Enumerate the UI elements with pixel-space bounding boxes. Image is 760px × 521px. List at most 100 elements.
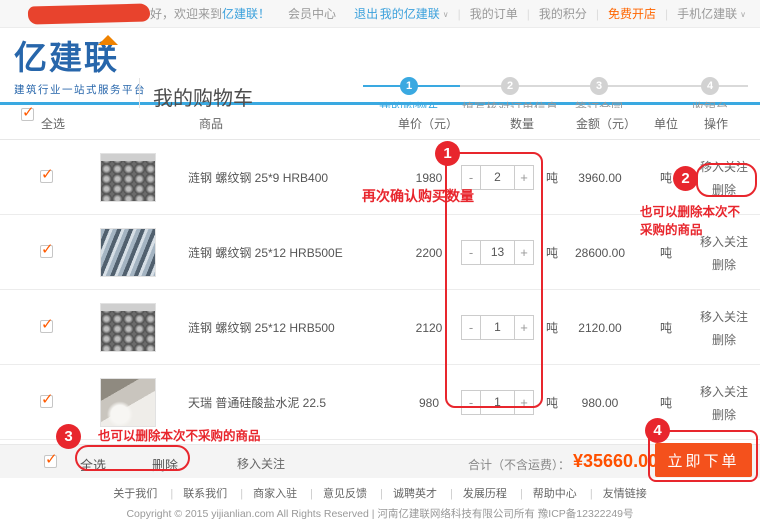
qty-unit: 吨 bbox=[546, 140, 558, 215]
qty-increase-button[interactable]: + bbox=[514, 316, 533, 339]
annotation-note-delete-line2: 采购的商品 bbox=[640, 221, 740, 239]
product-image[interactable] bbox=[100, 228, 156, 277]
row-checkbox[interactable]: ✓ bbox=[40, 170, 53, 183]
unit-price: 2120 bbox=[393, 290, 465, 365]
page-title: 我的购物车 bbox=[153, 82, 253, 111]
row-checkbox[interactable]: ✓ bbox=[40, 320, 53, 333]
redacted-username bbox=[28, 3, 150, 24]
step-1-circle: 1 bbox=[400, 77, 418, 95]
annotation-note-delete-line1: 也可以删除本次不 bbox=[640, 203, 740, 221]
product-image[interactable] bbox=[100, 153, 156, 202]
my-orders-link[interactable]: 我的订单 bbox=[470, 5, 518, 22]
delete-link[interactable]: 删除 bbox=[712, 256, 736, 273]
amount: 980.00 bbox=[558, 365, 642, 440]
check-icon: ✓ bbox=[22, 105, 35, 120]
qty-increase-button[interactable]: + bbox=[514, 241, 533, 264]
product-name[interactable]: 涟钢 螺纹钢 25*12 HRB500 bbox=[188, 290, 378, 365]
my-platform-label: 我的亿建联 bbox=[380, 7, 440, 21]
logo[interactable]: 亿建联 建筑行业一站式服务平台 bbox=[14, 41, 146, 97]
qty-input[interactable]: 1 bbox=[481, 391, 514, 414]
delete-link[interactable]: 删除 bbox=[712, 331, 736, 348]
footer-link-feedback[interactable]: 意见反馈 bbox=[300, 488, 367, 500]
bottom-move-to-favorites-link[interactable]: 移入关注 bbox=[237, 455, 285, 472]
amount: 3960.00 bbox=[558, 140, 642, 215]
amount: 28600.00 bbox=[558, 215, 642, 290]
mobile-app-label: 手机亿建联 bbox=[677, 7, 737, 21]
separator: | bbox=[458, 7, 461, 21]
move-to-favorites-link[interactable]: 移入关注 bbox=[700, 383, 748, 400]
footer-link-contact[interactable]: 联系我们 bbox=[160, 488, 227, 500]
table-header: ✓ 全选 商品 单价（元） 数量 金额（元） 单位 操作 bbox=[0, 108, 760, 140]
bottom-select-all-checkbox[interactable]: ✓ bbox=[44, 455, 57, 468]
check-icon: ✓ bbox=[41, 167, 54, 182]
footer-link-merchant[interactable]: 商家入驻 bbox=[230, 488, 297, 500]
row-checkbox[interactable]: ✓ bbox=[40, 245, 53, 258]
footer-link-friends[interactable]: 友情链接 bbox=[580, 488, 647, 500]
amount: 2120.00 bbox=[558, 290, 642, 365]
separator: | bbox=[527, 7, 530, 21]
column-unit: 单位 bbox=[654, 108, 678, 140]
column-actions: 操作 bbox=[704, 108, 728, 140]
quantity-stepper: - 1 + bbox=[461, 315, 534, 340]
move-to-favorites-link[interactable]: 移入关注 bbox=[700, 308, 748, 325]
bottom-select-all-label[interactable]: 全选 bbox=[80, 455, 106, 474]
member-center-link[interactable]: 会员中心 bbox=[288, 5, 336, 22]
footer-link-about[interactable]: 关于我们 bbox=[113, 488, 157, 500]
delete-link[interactable]: 删除 bbox=[712, 181, 736, 198]
qty-decrease-button[interactable]: - bbox=[462, 241, 481, 264]
check-icon: ✓ bbox=[41, 242, 54, 257]
column-quantity: 数量 bbox=[510, 108, 534, 140]
table-row: ✓ 涟钢 螺纹钢 25*12 HRB500 2120 - 1 + 吨 2120.… bbox=[0, 290, 760, 365]
annotation-note-confirm-qty: 再次确认购买数量 bbox=[362, 186, 474, 206]
qty-input[interactable]: 13 bbox=[481, 241, 514, 264]
qty-unit: 吨 bbox=[546, 290, 558, 365]
quantity-stepper: - 1 + bbox=[461, 390, 534, 415]
select-all-checkbox[interactable]: ✓ bbox=[21, 108, 34, 121]
separator: | bbox=[665, 7, 668, 21]
qty-decrease-button[interactable]: - bbox=[462, 391, 481, 414]
qty-input[interactable]: 1 bbox=[481, 316, 514, 339]
column-product: 商品 bbox=[199, 108, 223, 140]
annotation-badge-3: 3 bbox=[56, 424, 81, 449]
my-points-link[interactable]: 我的积分 bbox=[539, 5, 587, 22]
step-2-circle: 2 bbox=[501, 77, 519, 95]
qty-increase-button[interactable]: + bbox=[514, 166, 533, 189]
checkout-button[interactable]: 立即下单 bbox=[655, 443, 752, 477]
total-price: ¥35660.00 bbox=[573, 451, 658, 472]
delete-link[interactable]: 删除 bbox=[712, 406, 736, 423]
footer: 关于我们 联系我们 商家入驻 意见反馈 诚聘英才 发展历程 帮助中心 友情链接 … bbox=[0, 478, 760, 509]
mobile-app-link[interactable]: 手机亿建联∨ bbox=[677, 5, 746, 22]
qty-increase-button[interactable]: + bbox=[514, 391, 533, 414]
qty-input[interactable]: 2 bbox=[481, 166, 514, 189]
free-shop-link[interactable]: 免费开店 bbox=[608, 5, 656, 22]
logo-text: 亿建联 bbox=[14, 41, 146, 74]
topbar: 好，欢迎来到 亿建联 ！ 会员中心 退出 我的亿建联∨ | 我的订单 | 我的积… bbox=[0, 0, 760, 28]
logout-link[interactable]: 退出 bbox=[354, 5, 378, 22]
brand-link[interactable]: 亿建联 bbox=[222, 5, 258, 22]
my-platform-link[interactable]: 我的亿建联∨ bbox=[380, 5, 449, 22]
chevron-down-icon: ∨ bbox=[740, 10, 746, 19]
row-checkbox[interactable]: ✓ bbox=[40, 395, 53, 408]
move-to-favorites-link[interactable]: 移入关注 bbox=[700, 158, 748, 175]
check-icon: ✓ bbox=[45, 452, 58, 467]
product-image[interactable] bbox=[100, 303, 156, 352]
product-name[interactable]: 涟钢 螺纹钢 25*12 HRB500E bbox=[188, 215, 378, 290]
footer-link-careers[interactable]: 诚聘英才 bbox=[370, 488, 437, 500]
roof-icon bbox=[98, 35, 118, 45]
footer-link-help[interactable]: 帮助中心 bbox=[510, 488, 577, 500]
annotation-badge-1: 1 bbox=[435, 141, 460, 166]
greeting-text: 好，欢迎来到 bbox=[150, 5, 222, 22]
product-image[interactable] bbox=[100, 378, 156, 427]
qty-decrease-button[interactable]: - bbox=[462, 316, 481, 339]
footer-link-history[interactable]: 发展历程 bbox=[440, 488, 507, 500]
qty-unit: 吨 bbox=[546, 365, 558, 440]
product-name[interactable]: 涟钢 螺纹钢 25*9 HRB400 bbox=[188, 140, 378, 215]
select-all-label[interactable]: 全选 bbox=[41, 108, 65, 140]
column-amount: 金额（元） bbox=[576, 108, 636, 140]
annotation-badge-4: 4 bbox=[645, 418, 670, 443]
step-4-circle: 4 bbox=[701, 77, 719, 95]
check-icon: ✓ bbox=[41, 317, 54, 332]
quantity-stepper: - 13 + bbox=[461, 240, 534, 265]
bottom-delete-link[interactable]: 删除 bbox=[152, 455, 178, 474]
annotation-note-bottom-delete: 也可以删除本次不采购的商品 bbox=[98, 425, 261, 444]
